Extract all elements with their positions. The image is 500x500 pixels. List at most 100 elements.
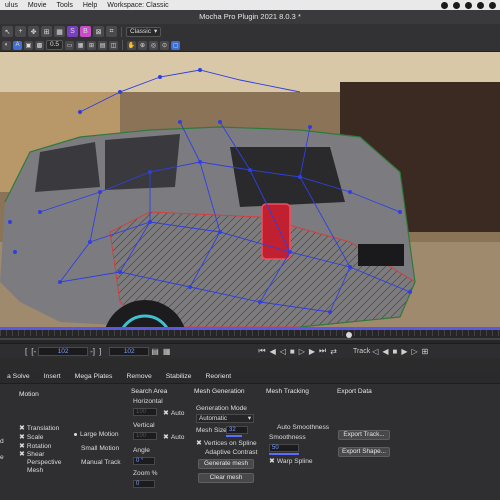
horizontal-auto-checkbox[interactable]: ✖ Auto [163, 409, 184, 417]
select-tool-icon[interactable]: ↖ [2, 26, 13, 37]
set-in-icon[interactable]: [- [31, 347, 36, 356]
clip-view-icon[interactable]: ▢ [171, 40, 181, 50]
perspective-checkbox[interactable]: Perspective [27, 459, 61, 466]
angle-field[interactable]: 0 ° [133, 457, 155, 465]
zoom-tool-icon[interactable]: ⊕ [138, 40, 148, 50]
shear-checkbox[interactable]: ✖ Shear [19, 450, 44, 458]
tab-remove[interactable]: Remove [119, 370, 158, 384]
tab-mega-plates[interactable]: Mega Plates [68, 370, 120, 384]
tab-insert[interactable]: Insert [37, 370, 68, 384]
translation-checkbox[interactable]: ✖ Translation [19, 424, 59, 432]
mask-view-icon[interactable]: A [13, 40, 22, 50]
go-to-start-icon[interactable]: ⏮ [258, 346, 265, 356]
spline-tool-icon[interactable]: S [67, 26, 78, 37]
status-icon[interactable] [465, 1, 472, 9]
layer-icon[interactable]: ◐ [2, 40, 11, 50]
checkmark-icon: ✖ [19, 434, 25, 441]
vertical-search-field[interactable]: 100 [133, 432, 157, 440]
track-step-back-icon[interactable]: ◀ [382, 347, 388, 356]
keyframe-list-icon[interactable]: ▤ [151, 347, 159, 356]
warp-spline-checkbox[interactable]: ✖ Warp Spline [269, 457, 313, 465]
clip-viewer[interactable] [0, 52, 500, 327]
loop-icon[interactable]: ⇄ [330, 347, 337, 356]
menu-item-tools[interactable]: Tools [52, 2, 78, 9]
dopesheet-icon[interactable]: ▦ [163, 347, 171, 356]
generate-mesh-button[interactable]: Generate mesh [198, 459, 254, 469]
crop-tool-icon[interactable]: ⌗ [106, 26, 117, 37]
out-point-bracket-icon[interactable]: ] [99, 347, 101, 356]
bezier-tool-icon[interactable]: B [80, 26, 91, 37]
horizontal-search-field[interactable]: 100 [133, 408, 157, 416]
transform-tool-icon[interactable]: ⊞ [41, 26, 52, 37]
adaptive-contrast-checkbox[interactable]: Adaptive Contrast [205, 449, 257, 456]
step-forward-icon[interactable]: ▶ [309, 347, 315, 356]
fit-view-icon[interactable]: ◎ [149, 40, 159, 50]
zoom-field[interactable]: 0 [133, 480, 155, 488]
auto-smoothness-checkbox[interactable]: Auto Smoothness [277, 424, 329, 431]
smoothness-slider[interactable] [269, 453, 299, 455]
overlay-icon[interactable]: ▭ [65, 40, 75, 50]
center-view-icon[interactable]: ⊙ [160, 40, 170, 50]
track-forward-icon[interactable]: ▷ [412, 347, 418, 356]
menu-item-movie[interactable]: Movie [23, 2, 52, 9]
track-stop-icon[interactable]: ■ [393, 347, 398, 356]
mesh-checkbox[interactable]: Mesh [27, 467, 43, 474]
status-icon[interactable] [477, 1, 484, 9]
zoom-field[interactable]: 0.5 [46, 40, 64, 50]
viewer-canvas[interactable] [0, 52, 500, 327]
timeline-ruler[interactable] [0, 330, 500, 344]
menu-item-app[interactable]: ulus [0, 2, 23, 9]
clear-mesh-button[interactable]: Clear mesh [198, 473, 254, 483]
tab-reorient[interactable]: Reorient [198, 370, 238, 384]
hand-tool-icon[interactable]: ✋ [127, 40, 137, 50]
step-back-icon[interactable]: ◀ [270, 347, 276, 356]
mesh-size-field[interactable]: 32 [226, 426, 248, 434]
go-to-end-icon[interactable]: ⏭ [319, 346, 326, 356]
current-frame-field[interactable]: 102 [109, 346, 150, 356]
in-point-bracket-icon[interactable]: [ [25, 347, 27, 356]
mesh-view-icon[interactable]: ▩ [35, 40, 44, 50]
generation-mode-select[interactable]: Automatic ▾ [196, 414, 254, 423]
move-tool-icon[interactable]: ✥ [28, 26, 39, 37]
track-extra-icon[interactable]: ⊞ [422, 347, 429, 356]
stop-icon[interactable]: ■ [290, 347, 295, 356]
rotation-checkbox[interactable]: ✖ Rotation [19, 442, 51, 450]
manual-track-radio[interactable]: Manual Track [81, 459, 121, 466]
playhead-handle[interactable] [346, 332, 352, 338]
grid-tool-icon[interactable]: ▦ [54, 26, 65, 37]
mesh-size-slider[interactable] [226, 435, 242, 437]
tab-stabilize[interactable]: Stabilize [159, 370, 199, 384]
surface-tool-icon[interactable]: ⊠ [93, 26, 104, 37]
status-icon[interactable] [453, 1, 460, 9]
track-backward-icon[interactable]: ◁ [372, 347, 378, 356]
matte-view-icon[interactable]: ▣ [24, 40, 33, 50]
grid-view-icon[interactable]: ⊞ [87, 40, 97, 50]
menu-item-help[interactable]: Help [78, 2, 102, 9]
set-out-icon[interactable]: -] [90, 347, 95, 356]
large-motion-radio[interactable]: Large Motion [74, 431, 119, 438]
small-motion-radio[interactable]: Small Motion [81, 445, 119, 452]
play-backward-icon[interactable]: ◁ [280, 347, 286, 356]
export-track-button[interactable]: Export Track... [338, 430, 390, 440]
timeline-ticks [0, 330, 500, 336]
status-icon[interactable] [489, 1, 496, 9]
search-area-header: Search Area [131, 388, 168, 395]
tab-camera-solve[interactable]: a Solve [0, 370, 37, 384]
play-forward-icon[interactable]: ▷ [299, 347, 305, 356]
scale-checkbox[interactable]: ✖ Scale [19, 433, 43, 441]
mesh-size-label: Mesh Size [196, 427, 227, 434]
in-frame-field[interactable]: 102 [38, 346, 89, 356]
menu-item-workspace[interactable]: Workspace: Classic [102, 2, 173, 9]
track-step-forward-icon[interactable]: ▶ [401, 347, 407, 356]
surface-view-icon[interactable]: ▦ [76, 40, 86, 50]
trace-view-icon[interactable]: ◫ [109, 40, 119, 50]
planar-view-icon[interactable]: ▤ [98, 40, 108, 50]
add-point-tool-icon[interactable]: + [15, 26, 26, 37]
vertices-on-spline-checkbox[interactable]: ✖ Vertices on Spline [196, 439, 257, 447]
workspace-preset-select[interactable]: Classic ▾ [126, 26, 162, 37]
vertical-auto-checkbox[interactable]: ✖ Auto [163, 433, 184, 441]
generation-mode-label: Generation Mode [196, 405, 247, 412]
export-shape-button[interactable]: Export Shape... [338, 447, 390, 457]
smoothness-field[interactable]: 50 [269, 444, 299, 452]
status-icon[interactable] [441, 1, 448, 9]
